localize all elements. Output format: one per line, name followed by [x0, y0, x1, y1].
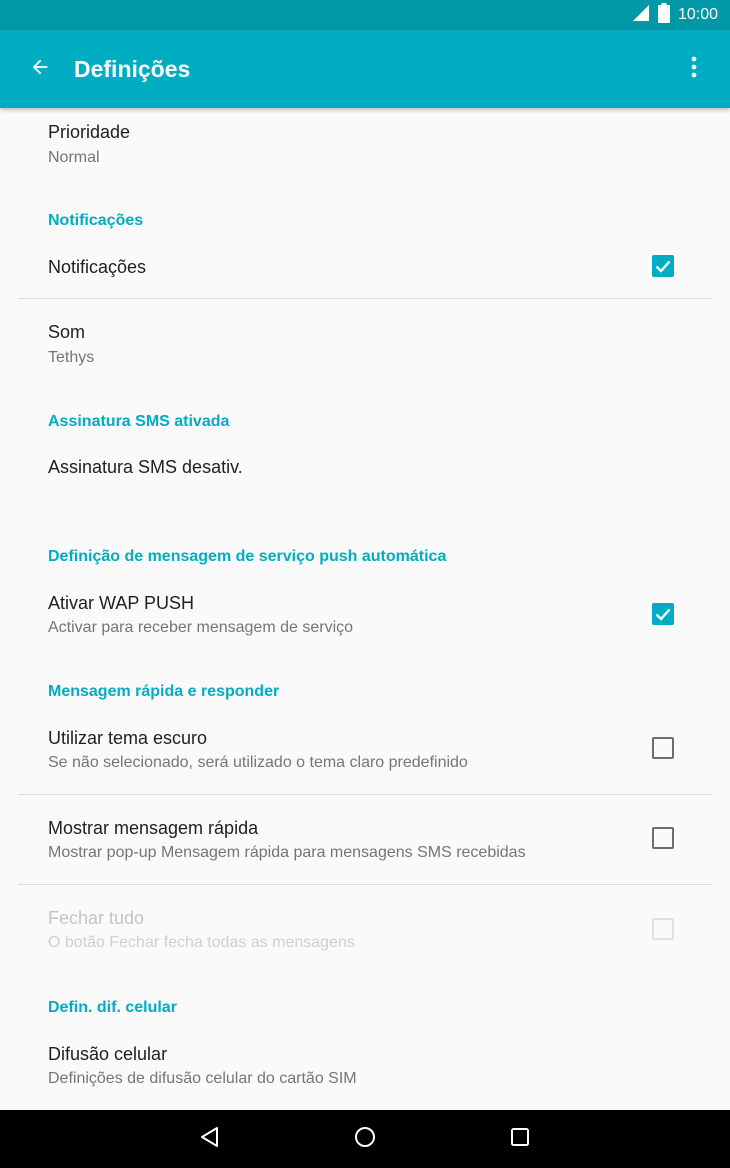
pref-quick-message[interactable]: Mostrar mensagem rápida Mostrar pop-up M…: [0, 795, 730, 884]
dark-theme-checkbox[interactable]: [652, 737, 674, 759]
wap-push-checkbox[interactable]: [652, 603, 674, 625]
pref-wap-push-title: Ativar WAP PUSH: [48, 593, 195, 613]
app-bar: Definições: [0, 30, 730, 108]
pref-cell-broadcast-title: Difusão celular: [48, 1044, 168, 1064]
pref-close-all-summary: O botão Fechar fecha todas as mensagens: [48, 934, 355, 951]
pref-sound-title: Som: [48, 322, 86, 342]
pref-priority[interactable]: Prioridade Normal: [0, 108, 730, 188]
pref-wap-push-summary: Activar para receber mensagem de serviço: [48, 619, 354, 636]
pref-sound[interactable]: Som Tethys: [0, 299, 730, 384]
pref-dark-theme[interactable]: Utilizar tema escuro Se não selecionado,…: [0, 708, 730, 794]
page-title: Definições: [74, 56, 191, 82]
notifications-checkbox[interactable]: [652, 255, 674, 277]
category-cell-broadcast: Defin. dif. celular: [48, 999, 177, 1016]
status-time: 10:00: [677, 6, 718, 23]
more-vert-icon: [690, 56, 698, 83]
pref-cell-broadcast[interactable]: Difusão celular Definições de difusão ce…: [0, 1024, 730, 1110]
recents-square-icon: [510, 1127, 530, 1152]
category-sms-signature: Assinatura SMS ativada: [48, 413, 230, 430]
pref-close-all-title: Fechar tudo: [48, 908, 145, 928]
pref-priority-title: Prioridade: [48, 122, 131, 142]
signal-icon: [632, 4, 650, 27]
pref-notifications-title: Notificações: [48, 257, 147, 277]
navigation-bar: [0, 1110, 730, 1168]
pref-close-all: Fechar tudo O botão Fechar fecha todas a…: [0, 885, 730, 974]
pref-sms-signature[interactable]: Assinatura SMS desativ.: [0, 438, 730, 513]
overflow-menu-button[interactable]: [680, 51, 708, 87]
pref-dark-theme-summary: Se não selecionado, será utilizado o tem…: [48, 754, 468, 771]
pref-notifications[interactable]: Notificações: [0, 234, 730, 298]
category-quick-message: Mensagem rápida e responder: [48, 683, 280, 700]
settings-list: Prioridade Normal Notificações Notificaç…: [0, 108, 730, 1110]
pref-priority-summary: Normal: [48, 149, 100, 166]
pref-sms-signature-title: Assinatura SMS desativ.: [48, 457, 243, 477]
pref-sound-summary: Tethys: [48, 349, 95, 366]
nav-recents-button[interactable]: [502, 1121, 538, 1157]
nav-home-button[interactable]: [347, 1121, 383, 1157]
status-icons: 10:00: [632, 0, 718, 30]
battery-icon: [657, 2, 670, 28]
check-icon: [655, 608, 671, 621]
pref-wap-push[interactable]: Ativar WAP PUSH Activar para receber men…: [0, 574, 730, 660]
nav-back-button[interactable]: [192, 1121, 228, 1157]
category-notifications: Notificações: [48, 212, 144, 229]
close-all-checkbox: [652, 918, 674, 940]
home-circle-icon: [354, 1126, 376, 1153]
quick-message-checkbox[interactable]: [652, 827, 674, 849]
check-icon: [655, 260, 671, 273]
pref-dark-theme-title: Utilizar tema escuro: [48, 728, 208, 748]
category-push: Definição de mensagem de serviço push au…: [48, 548, 447, 565]
back-button[interactable]: [22, 51, 58, 87]
arrow-left-icon: [29, 56, 51, 83]
status-bar: 10:00: [0, 0, 730, 30]
pref-quick-message-title: Mostrar mensagem rápida: [48, 818, 259, 838]
pref-quick-message-summary: Mostrar pop-up Mensagem rápida para mens…: [48, 844, 526, 861]
pref-cell-broadcast-summary: Definições de difusão celular do cartão …: [48, 1070, 357, 1087]
back-triangle-icon: [199, 1126, 221, 1153]
